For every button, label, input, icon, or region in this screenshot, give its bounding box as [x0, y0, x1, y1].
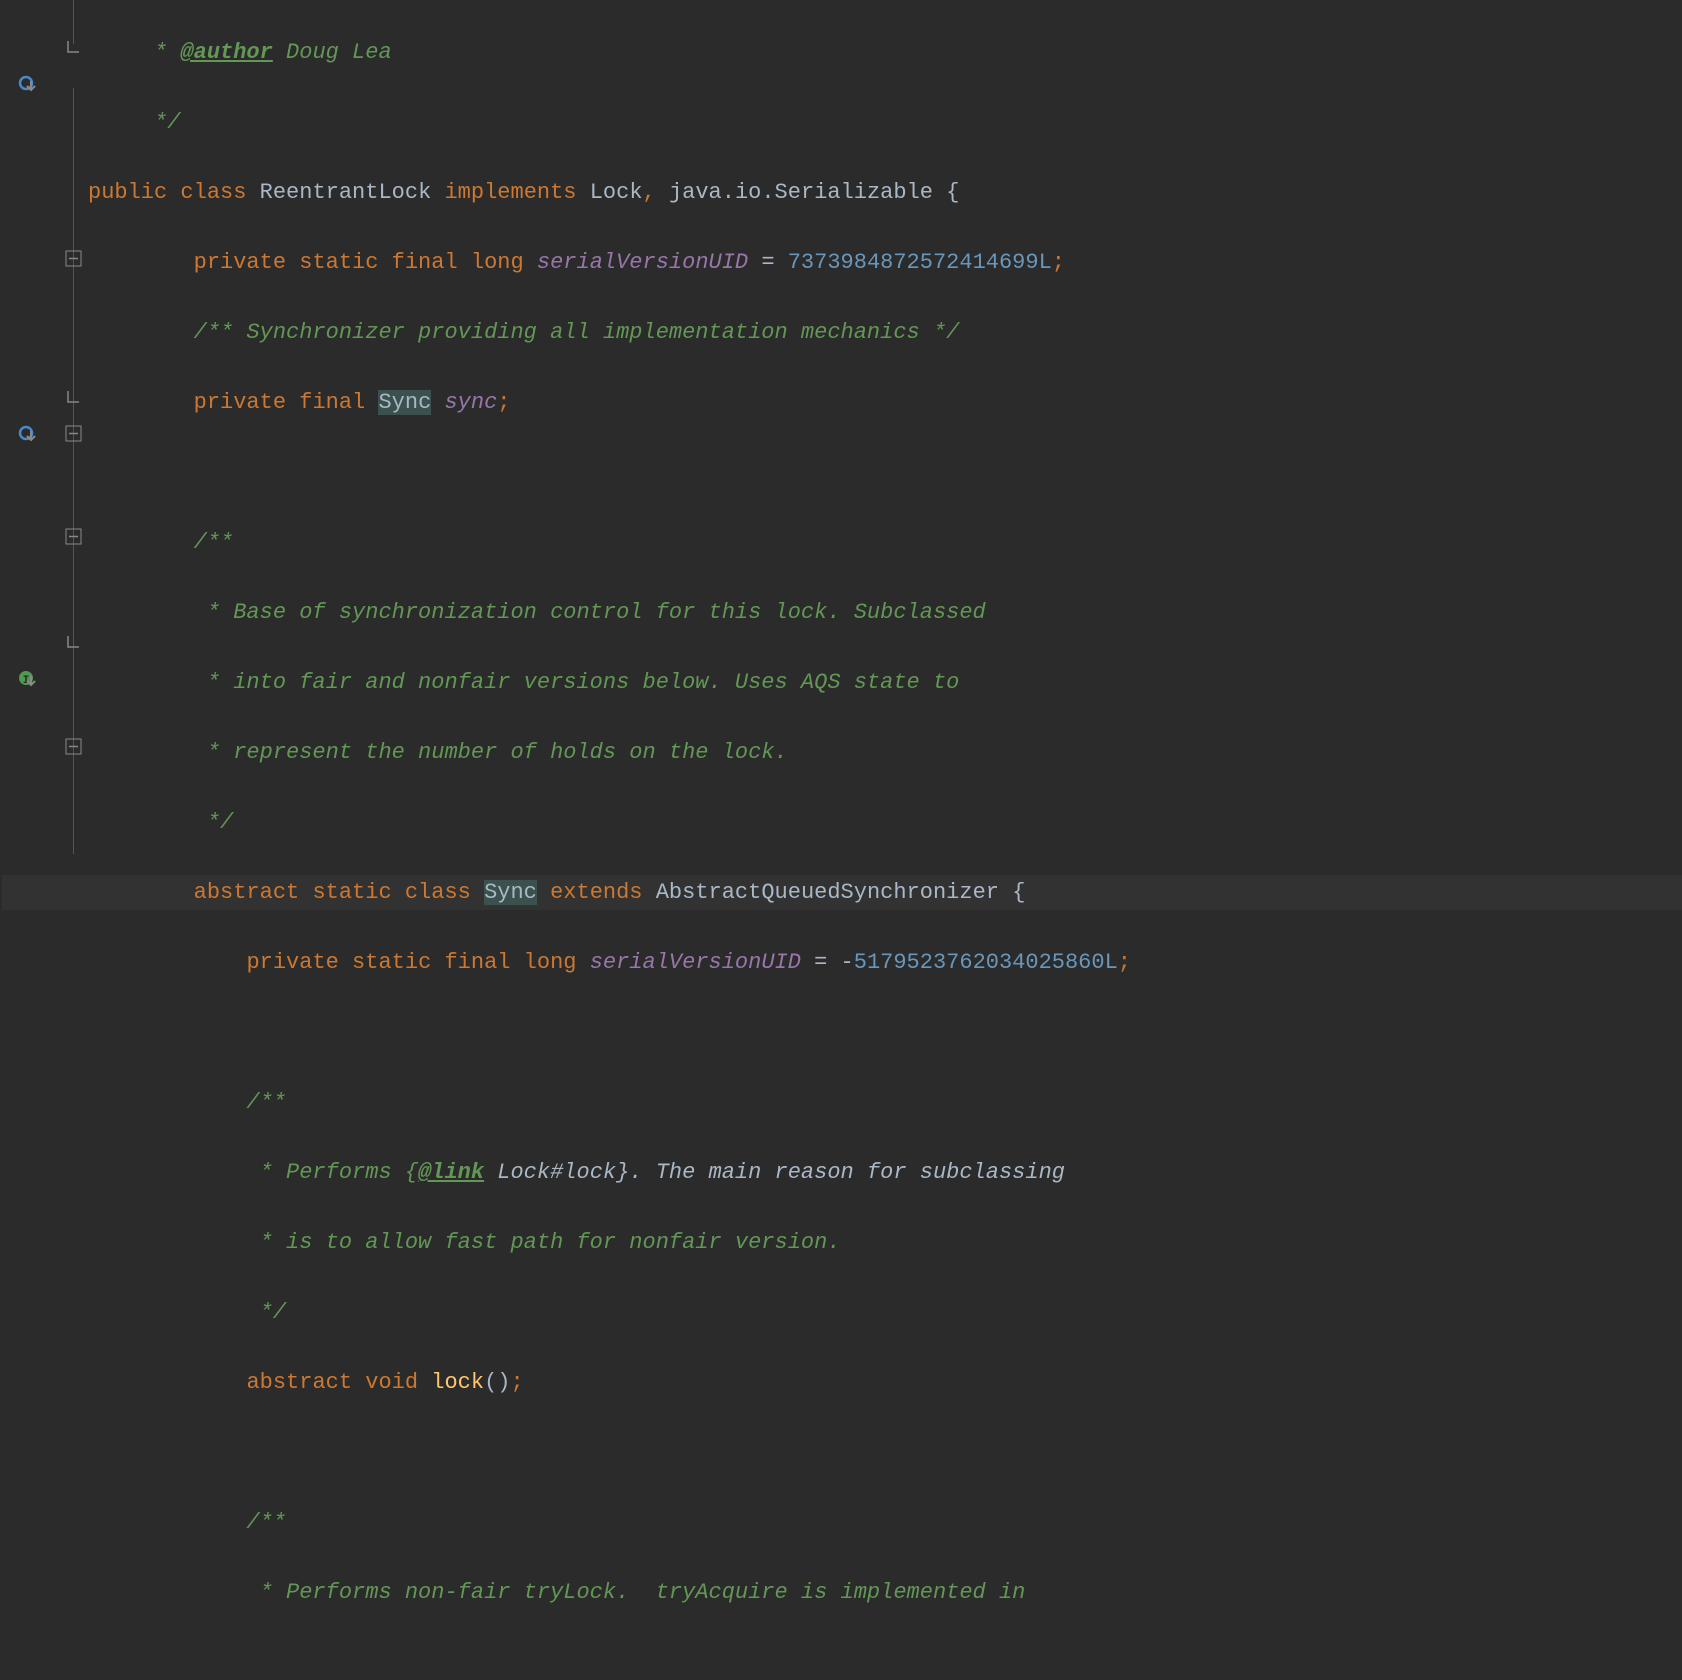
fold-column — [62, 0, 86, 854]
code-line: */ — [88, 105, 1682, 140]
code-line — [88, 455, 1682, 490]
code-line: private static final long serialVersionU… — [88, 245, 1682, 280]
highlighted-type: Sync — [484, 880, 537, 905]
fold-minus-icon[interactable] — [65, 250, 82, 267]
code-line: * Performs {@link Lock#lock}. The main r… — [88, 1155, 1682, 1190]
code-line: * Base of synchronization control for th… — [88, 595, 1682, 630]
code-line: /** — [88, 525, 1682, 560]
code-line: * into fair and nonfair versions below. … — [88, 665, 1682, 700]
code-line: */ — [88, 1295, 1682, 1330]
override-down-icon[interactable] — [18, 75, 38, 95]
override-down-icon[interactable] — [18, 425, 38, 445]
code-line — [88, 1015, 1682, 1050]
fold-minus-icon[interactable] — [65, 425, 82, 442]
fold-end-icon[interactable] — [65, 633, 82, 650]
code-area[interactable]: * @author Doug Lea */ public class Reent… — [86, 0, 1682, 854]
code-line: /** — [88, 1505, 1682, 1540]
code-line: * Performs non-fair tryLock. tryAcquire … — [88, 1575, 1682, 1610]
fold-minus-icon[interactable] — [65, 738, 82, 755]
code-line: public class ReentrantLock implements Lo… — [88, 175, 1682, 210]
gutter: I — [0, 0, 62, 854]
code-line: */ — [88, 805, 1682, 840]
code-line: * represent the number of holds on the l… — [88, 735, 1682, 770]
code-editor[interactable]: I — [0, 0, 1682, 854]
code-line: private static final long serialVersionU… — [88, 945, 1682, 980]
highlighted-type: Sync — [378, 390, 431, 415]
fold-end-icon[interactable] — [65, 38, 82, 55]
code-line — [88, 1435, 1682, 1470]
code-line: private final Sync sync; — [88, 385, 1682, 420]
code-line: abstract static class Sync extends Abstr… — [88, 875, 1682, 910]
code-line: abstract void lock(); — [88, 1365, 1682, 1400]
code-line: /** Synchronizer providing all implement… — [88, 315, 1682, 350]
code-line: * is to allow fast path for nonfair vers… — [88, 1225, 1682, 1260]
code-line: * @author Doug Lea — [88, 35, 1682, 70]
code-line: /** — [88, 1085, 1682, 1120]
fold-end-icon[interactable] — [65, 388, 82, 405]
implement-down-icon[interactable]: I — [18, 670, 38, 690]
fold-minus-icon[interactable] — [65, 528, 82, 545]
